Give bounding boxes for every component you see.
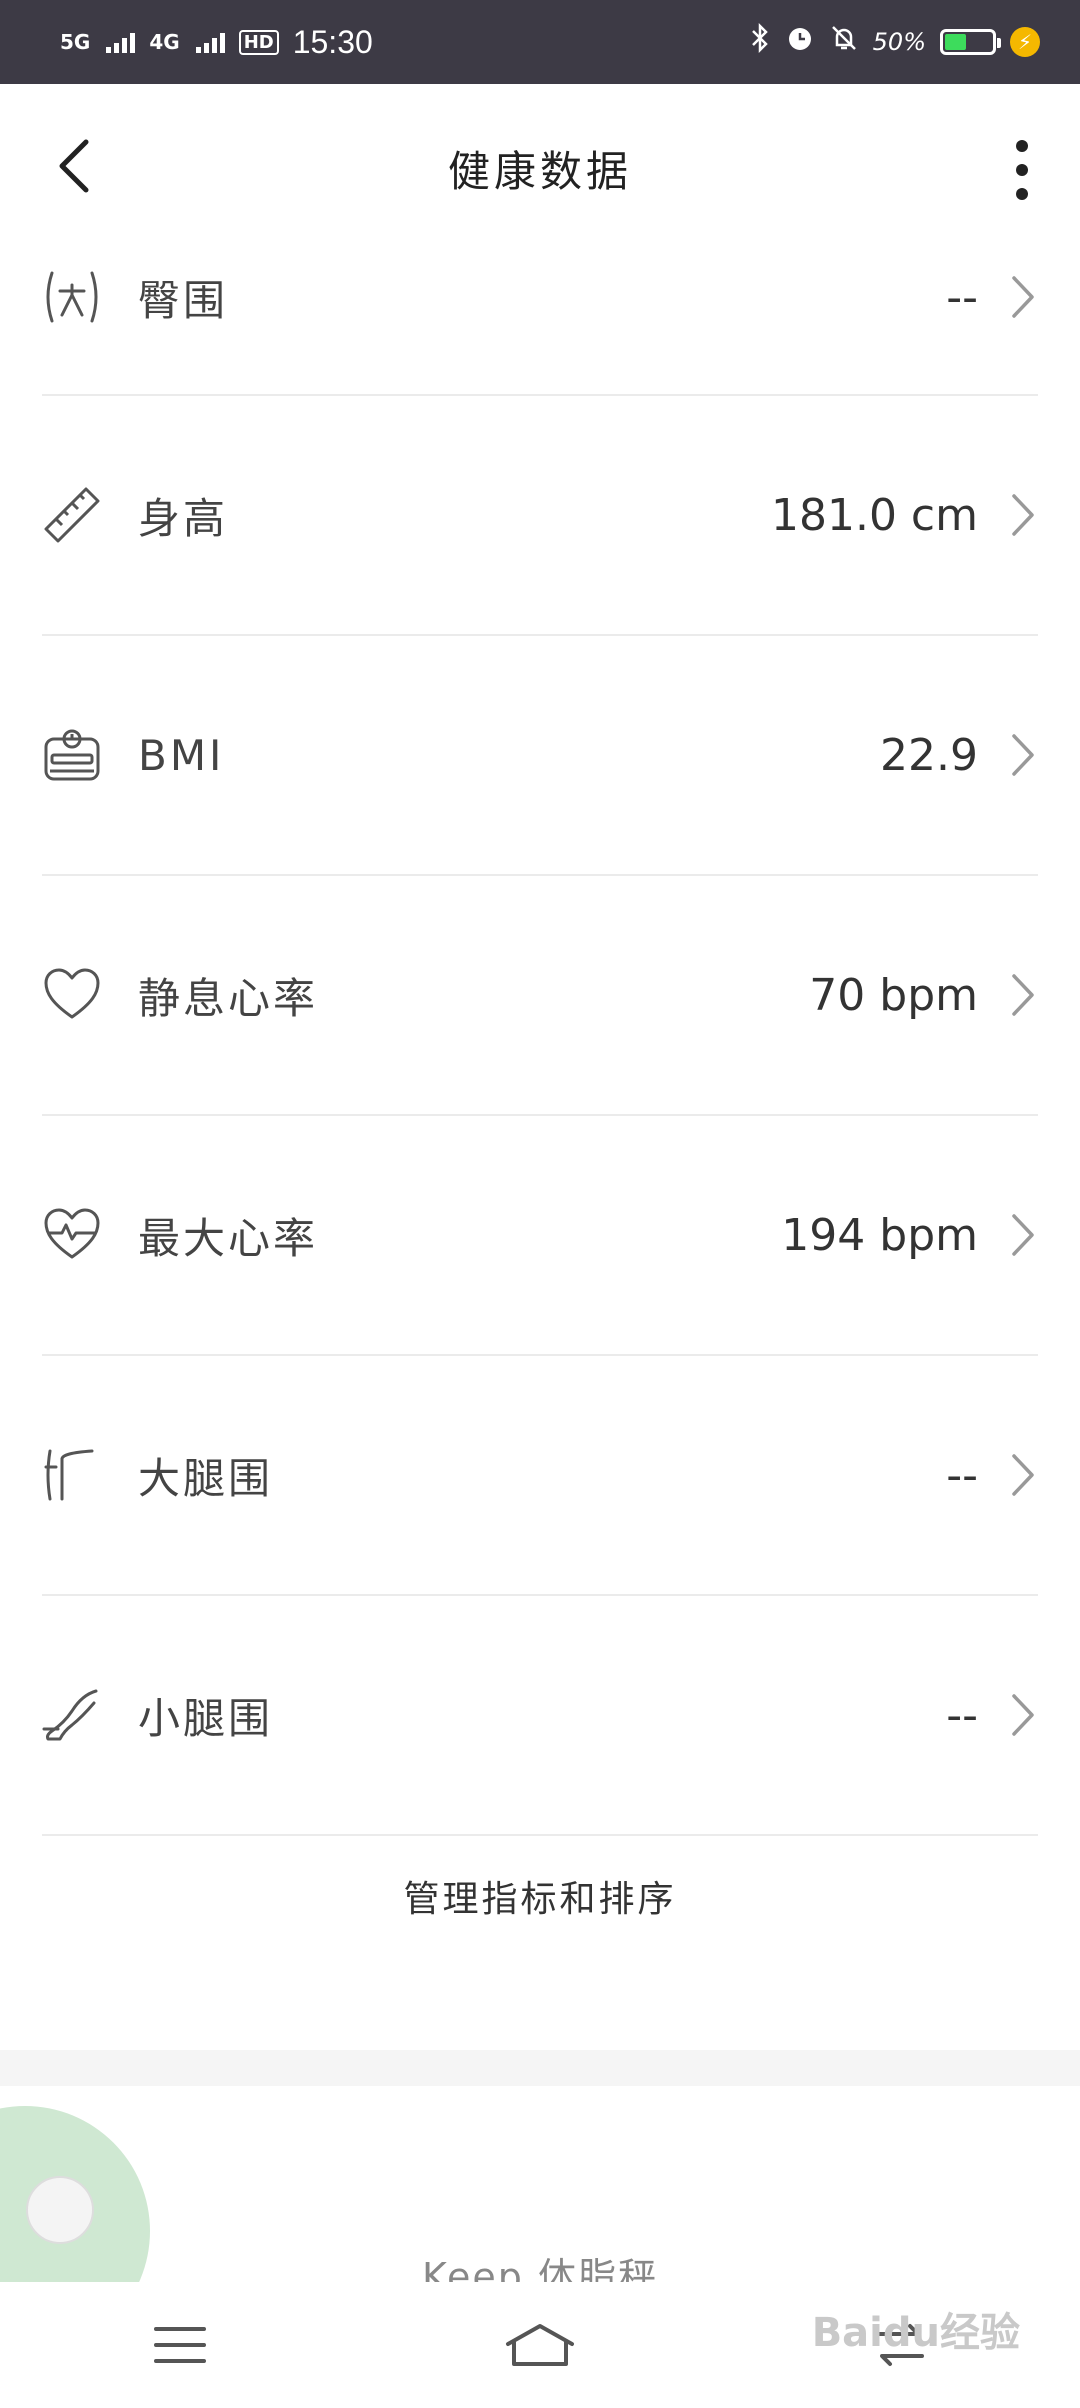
manage-metrics-link[interactable]: 管理指标和排序 — [0, 1870, 1080, 1922]
row-label: 身高 — [138, 493, 229, 543]
chevron-right-icon — [1012, 1214, 1034, 1256]
row-label: 臀围 — [138, 275, 229, 325]
chevron-right-icon — [1012, 974, 1034, 1016]
health-data-list: 臀围 -- 身高 181.0 cm BMI 22.9 静息心率 70 bpm 最… — [42, 200, 1038, 1836]
hip-icon — [42, 267, 102, 327]
hd-icon: HD — [238, 29, 279, 55]
row-label: 最大心率 — [138, 1213, 319, 1263]
row-value: 181.0 cm — [770, 489, 978, 541]
row-value: -- — [946, 1449, 978, 1501]
heart-pulse-icon — [42, 1205, 102, 1265]
status-bar: 5G 4G HD 15:30 50% ⚡ — [0, 0, 1080, 84]
section-divider — [0, 2050, 1080, 2086]
chevron-right-icon — [1012, 276, 1034, 318]
bluetooth-icon — [749, 22, 771, 61]
clock: 15:30 — [292, 23, 373, 60]
row-value: 22.9 — [880, 729, 978, 781]
list-item-max-hr[interactable]: 最大心率 194 bpm — [42, 1116, 1038, 1356]
chevron-right-icon — [1012, 1454, 1034, 1496]
row-value: -- — [946, 271, 978, 323]
chevron-right-icon — [1012, 494, 1034, 536]
device-card[interactable]: Keep 体脂秤 — [0, 2086, 1080, 2282]
menu-button[interactable] — [135, 2310, 225, 2380]
row-value: -- — [946, 1689, 978, 1741]
list-item-thigh[interactable]: 大腿围 -- — [42, 1356, 1038, 1596]
ruler-icon — [42, 485, 102, 545]
more-dot-icon — [1016, 140, 1028, 152]
list-item-calf[interactable]: 小腿围 -- — [42, 1596, 1038, 1836]
charging-icon: ⚡ — [1010, 27, 1040, 57]
scale-knob — [26, 2176, 94, 2244]
battery-icon — [940, 29, 1001, 55]
signal-5g-icon — [106, 31, 136, 53]
calf-icon — [42, 1685, 102, 1745]
battery-level — [945, 34, 966, 50]
battery-percent: 50% — [872, 28, 926, 56]
signal-4g-icon — [195, 31, 225, 53]
home-button[interactable] — [495, 2310, 585, 2380]
page-title: 健康数据 — [447, 146, 632, 196]
row-label: 大腿围 — [138, 1453, 274, 1503]
watermark: Baidu经验 — [811, 2310, 1020, 2356]
more-dot-icon — [1016, 164, 1028, 176]
row-value: 70 bpm — [809, 969, 978, 1021]
chevron-right-icon — [1012, 1694, 1034, 1736]
row-label: BMI — [138, 730, 225, 780]
alarm-icon — [785, 23, 815, 61]
more-dot-icon — [1016, 188, 1028, 200]
thigh-icon — [42, 1445, 102, 1505]
back-button[interactable] — [48, 134, 98, 198]
heart-icon — [42, 965, 102, 1025]
status-left: 5G 4G HD 15:30 — [60, 24, 373, 61]
back-arrow-icon — [59, 139, 89, 193]
home-icon — [506, 2324, 574, 2366]
chevron-right-icon — [1012, 734, 1034, 776]
mute-icon — [829, 23, 859, 61]
network-5g-label: 5G — [60, 30, 91, 54]
device-title: Keep 体脂秤 — [422, 2255, 658, 2282]
list-item-resting-hr[interactable]: 静息心率 70 bpm — [42, 876, 1038, 1116]
list-item-height[interactable]: 身高 181.0 cm — [42, 396, 1038, 636]
list-item-bmi[interactable]: BMI 22.9 — [42, 636, 1038, 876]
more-options-button[interactable] — [1010, 140, 1034, 200]
scale-icon — [42, 725, 102, 785]
row-label: 小腿围 — [138, 1693, 274, 1743]
menu-icon — [154, 2327, 206, 2363]
row-label: 静息心率 — [138, 973, 319, 1023]
status-right: 50% ⚡ — [749, 22, 1040, 61]
network-4g-label: 4G — [149, 30, 180, 54]
list-item-hip[interactable]: 臀围 -- — [42, 200, 1038, 396]
row-value: 194 bpm — [781, 1209, 978, 1261]
